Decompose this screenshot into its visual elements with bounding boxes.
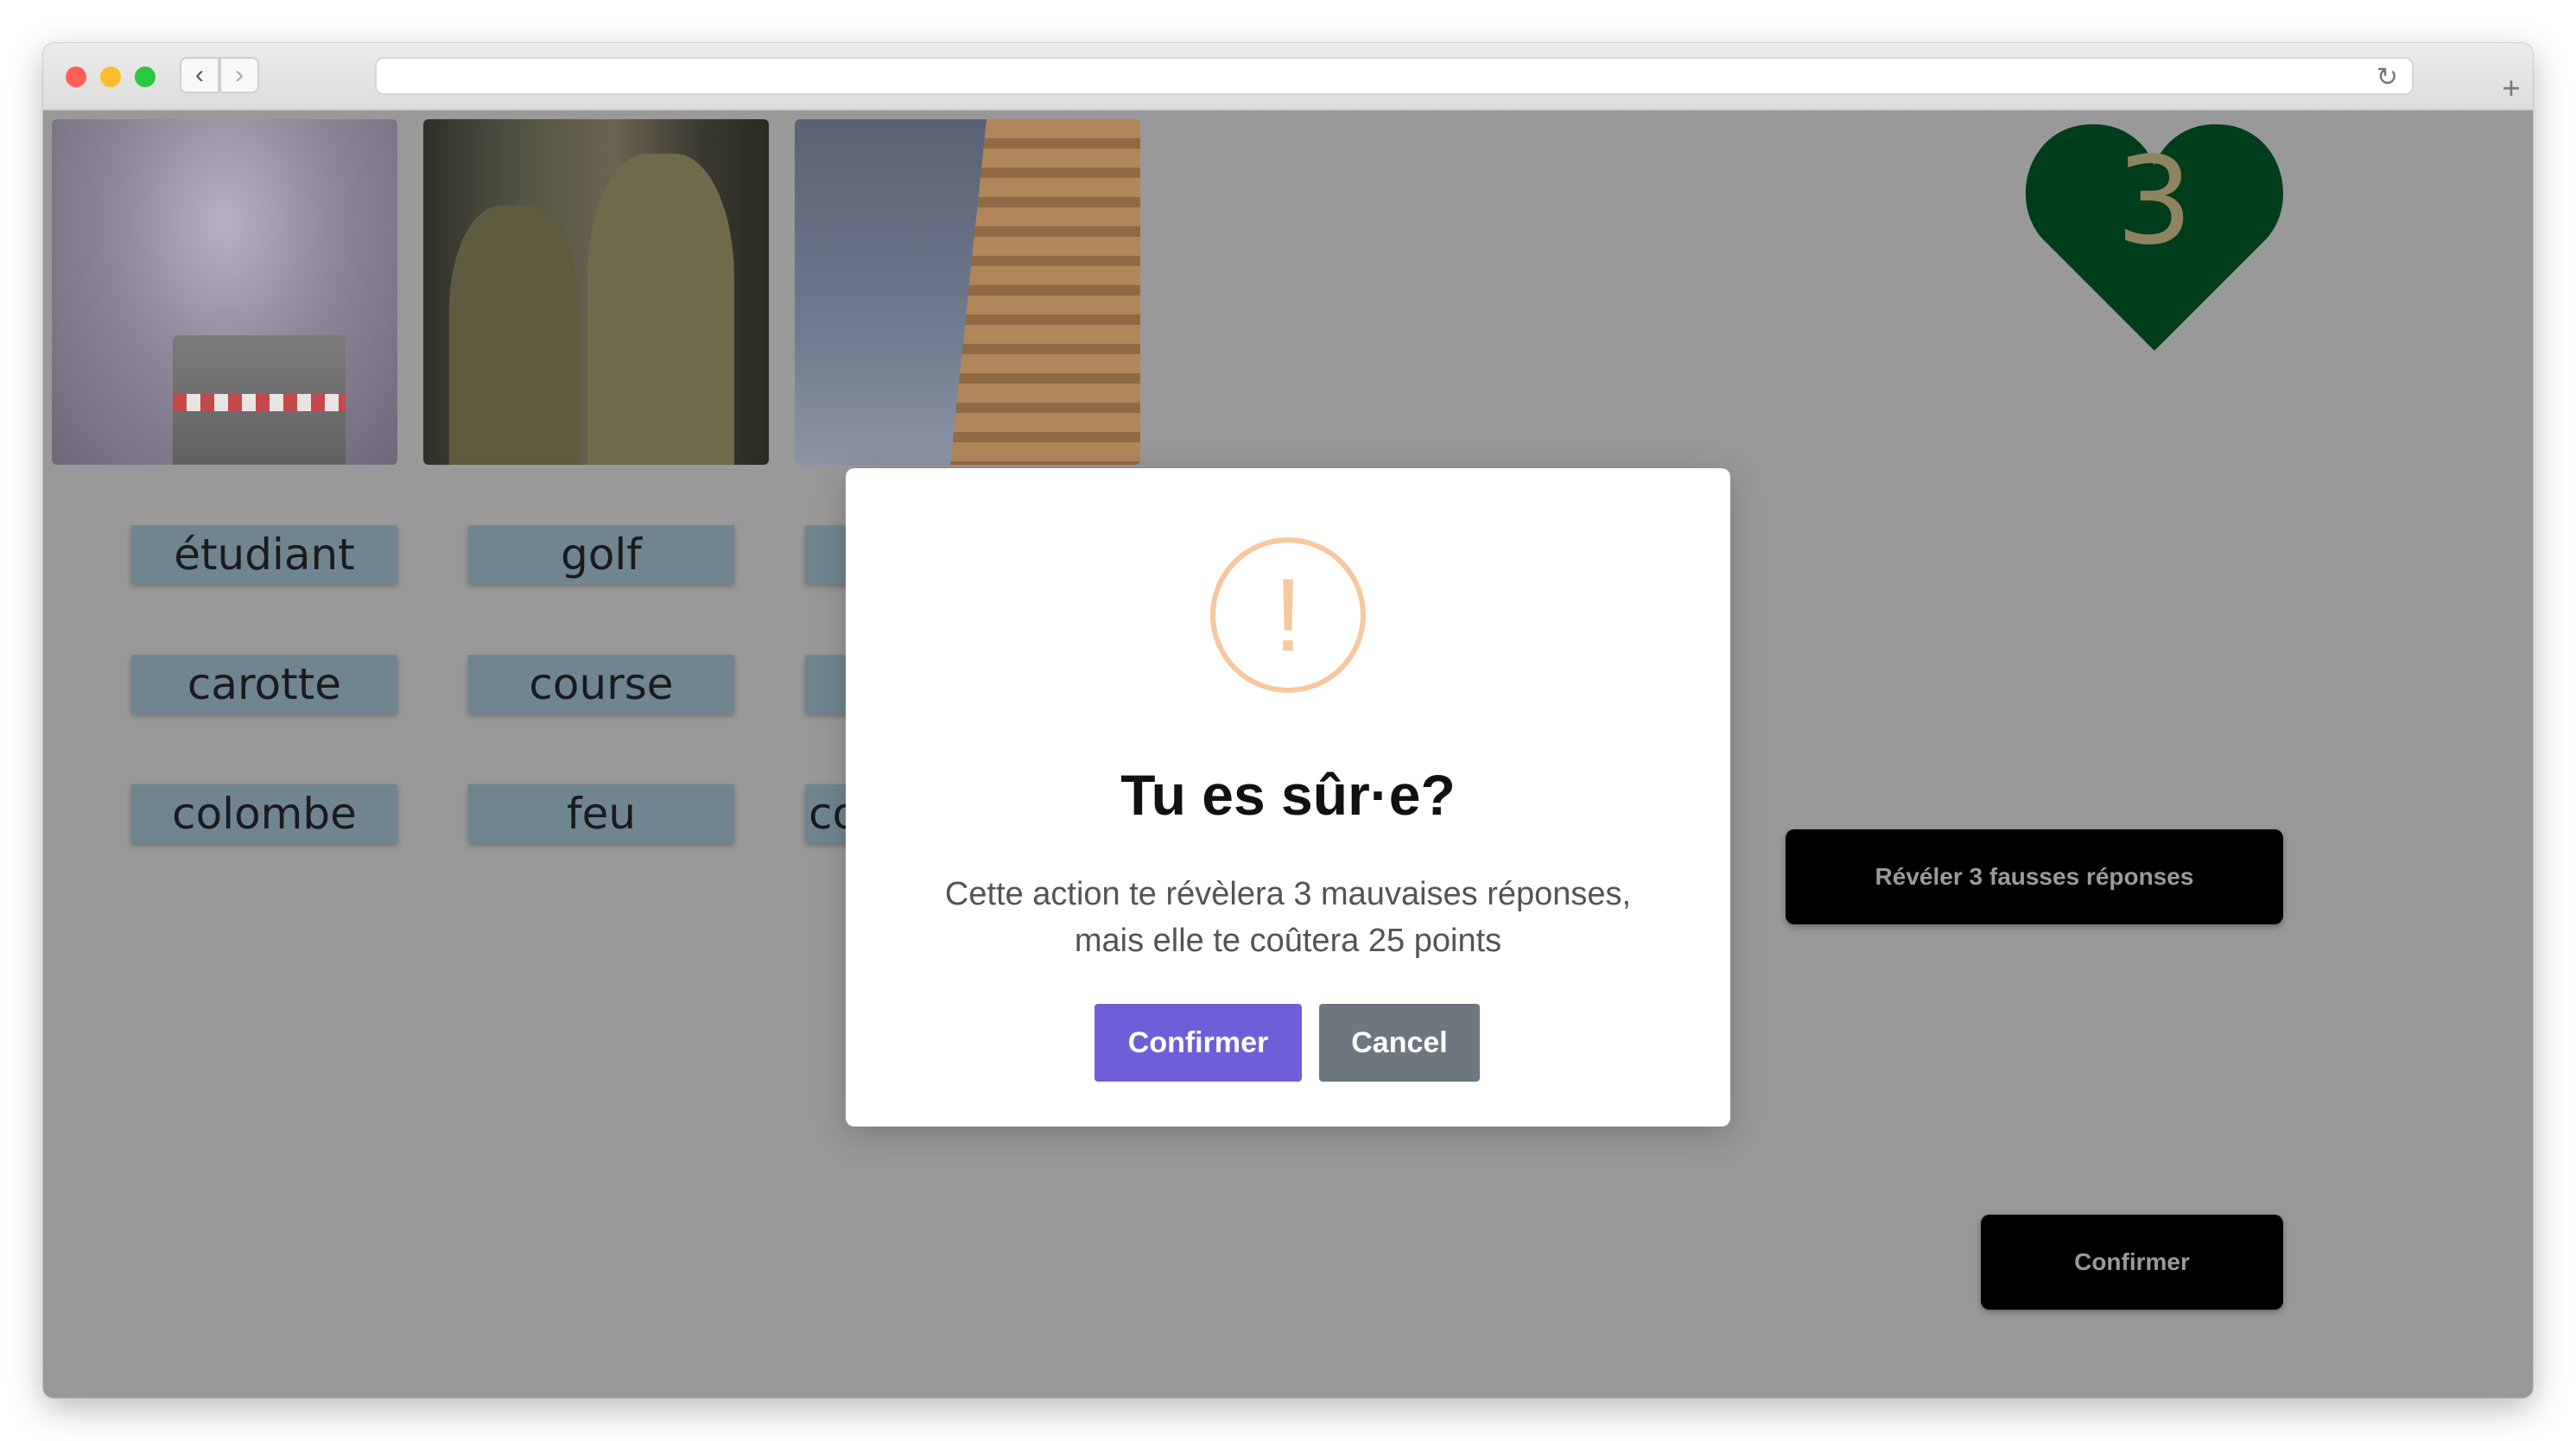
forward-button[interactable]: ›	[219, 57, 259, 93]
word-tile[interactable]: étudiant	[131, 525, 397, 584]
confirm-answer-button[interactable]: Confirmer	[1981, 1215, 2283, 1310]
soldiers-image[interactable]	[423, 119, 769, 465]
reload-icon[interactable]: ↻	[2376, 62, 2398, 92]
word-tile[interactable]: course	[468, 655, 734, 714]
word-tile[interactable]: feu	[468, 784, 734, 843]
chimney-stripe	[173, 394, 346, 411]
tower-shape	[950, 119, 1140, 465]
lives-heart: 3	[2025, 117, 2284, 359]
new-tab-button[interactable]: +	[2490, 67, 2533, 109]
smokestack-image[interactable]	[52, 119, 397, 465]
leaning-tower-image[interactable]	[795, 119, 1140, 465]
browser-titlebar: ‹ › ↻ +	[43, 43, 2533, 111]
soldier-shape	[587, 154, 734, 465]
dialog-cancel-button[interactable]: Cancel	[1319, 1004, 1480, 1082]
word-tile[interactable]: colombe	[131, 784, 397, 843]
plus-icon: +	[2502, 70, 2521, 105]
reveal-wrong-answers-button[interactable]: Révéler 3 fausses réponses	[1786, 829, 2283, 924]
dialog-confirm-button[interactable]: Confirmer	[1094, 1004, 1302, 1082]
maximize-window-button[interactable]	[135, 67, 155, 87]
dialog-message-line: Cette action te révèlera 3 mauvaises rép…	[944, 876, 1632, 912]
chevron-right-icon: ›	[235, 60, 244, 89]
dialog-message-line: mais elle te coûtera 25 points	[1074, 923, 1502, 959]
warning-icon: !	[1210, 537, 1366, 693]
address-bar[interactable]: ↻	[375, 57, 2414, 95]
confirmation-dialog: ! Tu es sûr·e? Cette action te révèlera …	[846, 468, 1730, 1127]
back-button[interactable]: ‹	[180, 57, 219, 93]
word-tile[interactable]: carotte	[131, 655, 397, 714]
close-window-button[interactable]	[66, 67, 86, 87]
lives-count: 3	[2116, 131, 2193, 272]
browser-window: ‹ › ↻ + étudiant carotte colombe golf co…	[43, 43, 2533, 1398]
dialog-message: Cette action te révèlera 3 mauvaises rép…	[846, 871, 1730, 964]
soldier-shape	[449, 206, 579, 465]
dialog-title: Tu es sûr·e?	[1120, 763, 1456, 827]
word-tile[interactable]: golf	[468, 525, 734, 584]
page-content: étudiant carotte colombe golf course feu…	[43, 111, 2533, 1398]
minimize-window-button[interactable]	[100, 67, 121, 87]
exclamation-icon: !	[1273, 557, 1303, 673]
chevron-left-icon: ‹	[195, 60, 204, 89]
